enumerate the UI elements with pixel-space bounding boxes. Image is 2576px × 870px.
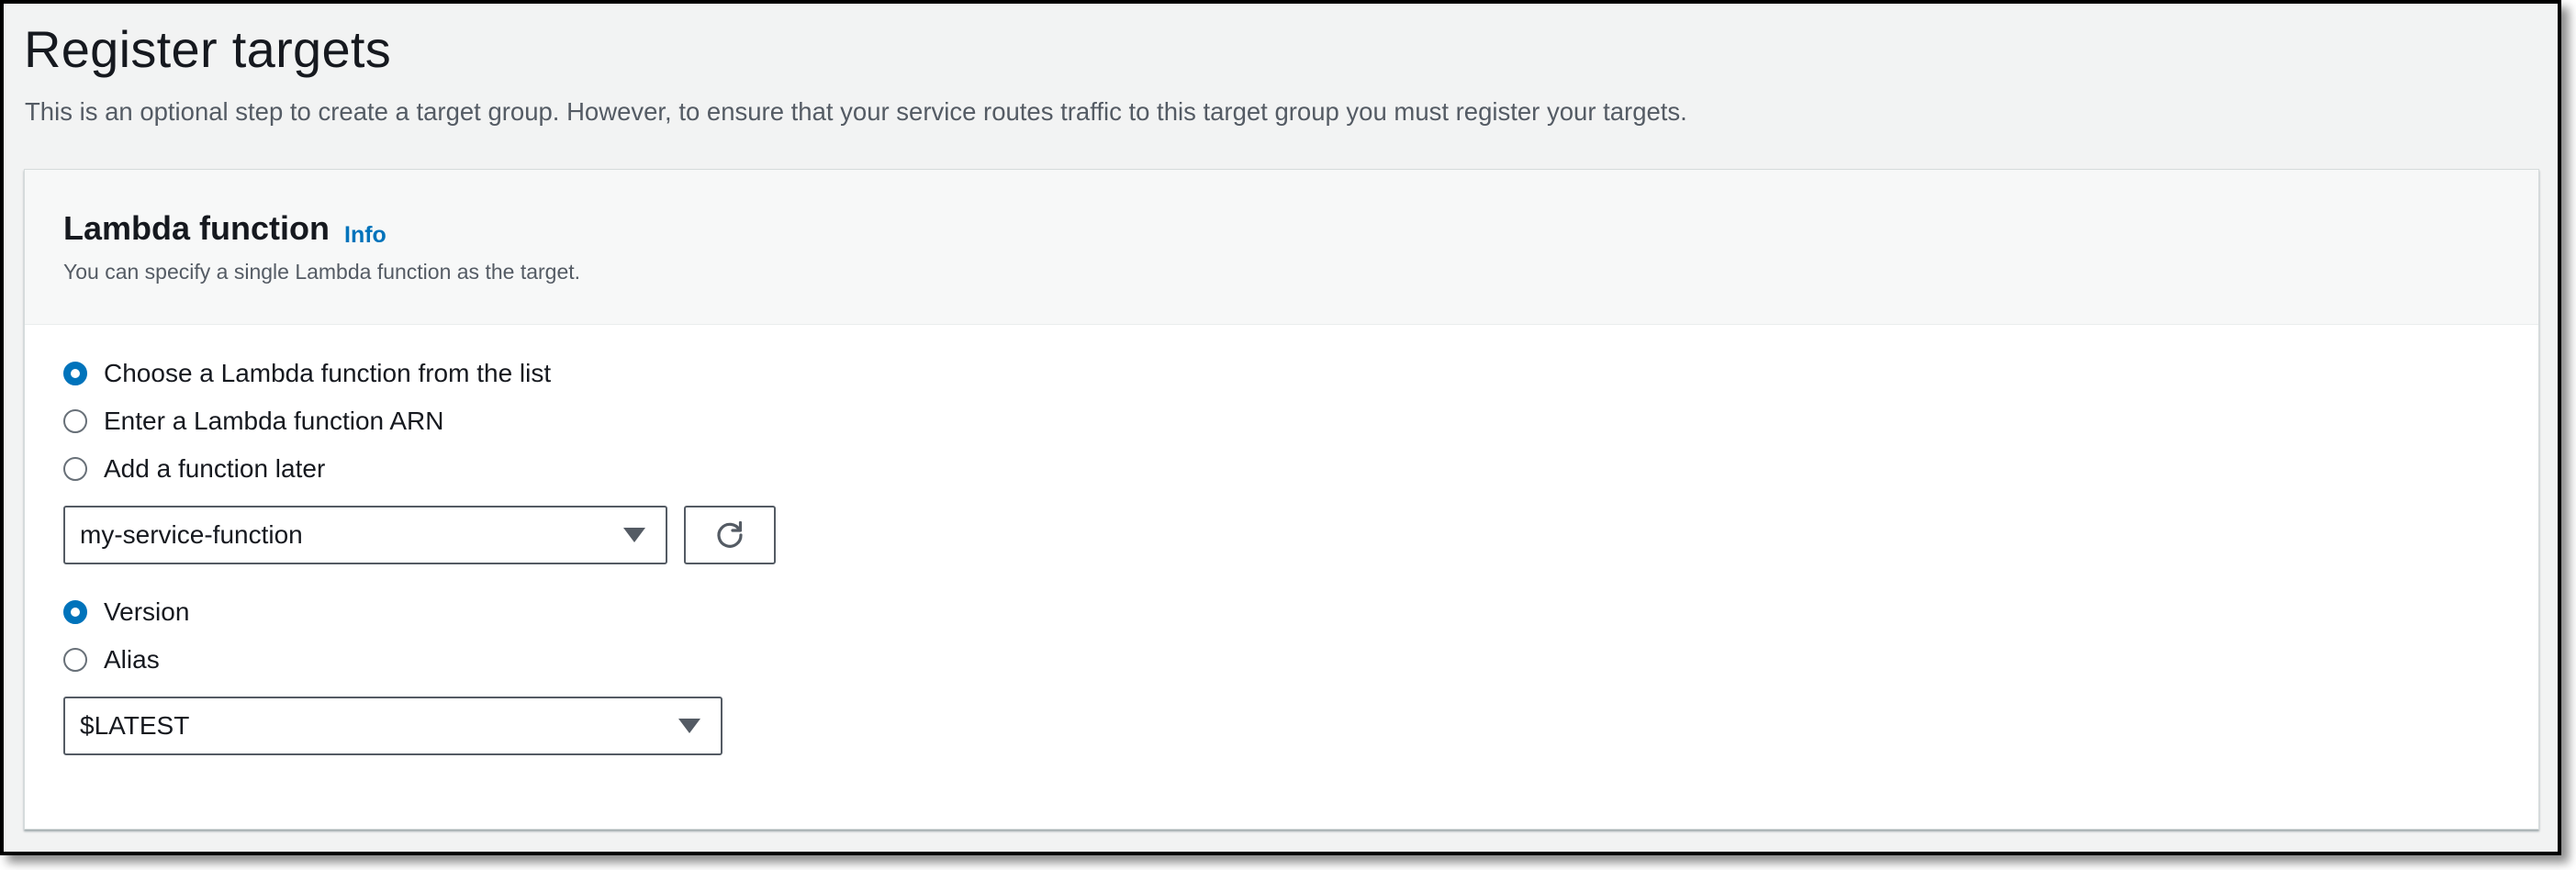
radio-label: Enter a Lambda function ARN xyxy=(104,407,444,435)
radio-button[interactable] xyxy=(63,648,87,672)
page-description: This is an optional step to create a tar… xyxy=(25,97,1687,126)
radio-version[interactable]: Version xyxy=(63,594,189,630)
version-select-value: $LATEST xyxy=(80,711,190,740)
lambda-function-panel: Lambda function Info You can specify a s… xyxy=(24,169,2539,830)
radio-label: Alias xyxy=(104,645,160,674)
radio-button[interactable] xyxy=(63,409,87,433)
window-frame: Register targets This is an optional ste… xyxy=(0,0,2561,855)
radio-enter-arn[interactable]: Enter a Lambda function ARN xyxy=(63,403,443,440)
radio-button-checked[interactable] xyxy=(63,362,87,385)
radio-button-checked[interactable] xyxy=(63,600,87,624)
info-link[interactable]: Info xyxy=(344,221,386,249)
radio-label: Choose a Lambda function from the list xyxy=(104,359,552,387)
page-title: Register targets xyxy=(24,20,392,78)
radio-alias[interactable]: Alias xyxy=(63,641,160,678)
radio-add-later[interactable]: Add a function later xyxy=(63,451,325,487)
caret-down-icon xyxy=(678,719,700,733)
panel-title: Lambda function xyxy=(63,209,330,247)
lambda-function-select[interactable]: my-service-function xyxy=(63,506,667,564)
panel-header: Lambda function Info You can specify a s… xyxy=(25,170,2538,325)
radio-label: Add a function later xyxy=(104,454,326,483)
panel-description: You can specify a single Lambda function… xyxy=(63,260,581,284)
radio-label: Version xyxy=(104,597,190,626)
lambda-function-select-value: my-service-function xyxy=(80,520,303,549)
caret-down-icon xyxy=(623,528,645,542)
refresh-icon xyxy=(713,519,746,552)
refresh-button[interactable] xyxy=(684,506,776,564)
radio-button[interactable] xyxy=(63,457,87,481)
version-select[interactable]: $LATEST xyxy=(63,697,722,755)
radio-choose-from-list[interactable]: Choose a Lambda function from the list xyxy=(63,355,551,392)
